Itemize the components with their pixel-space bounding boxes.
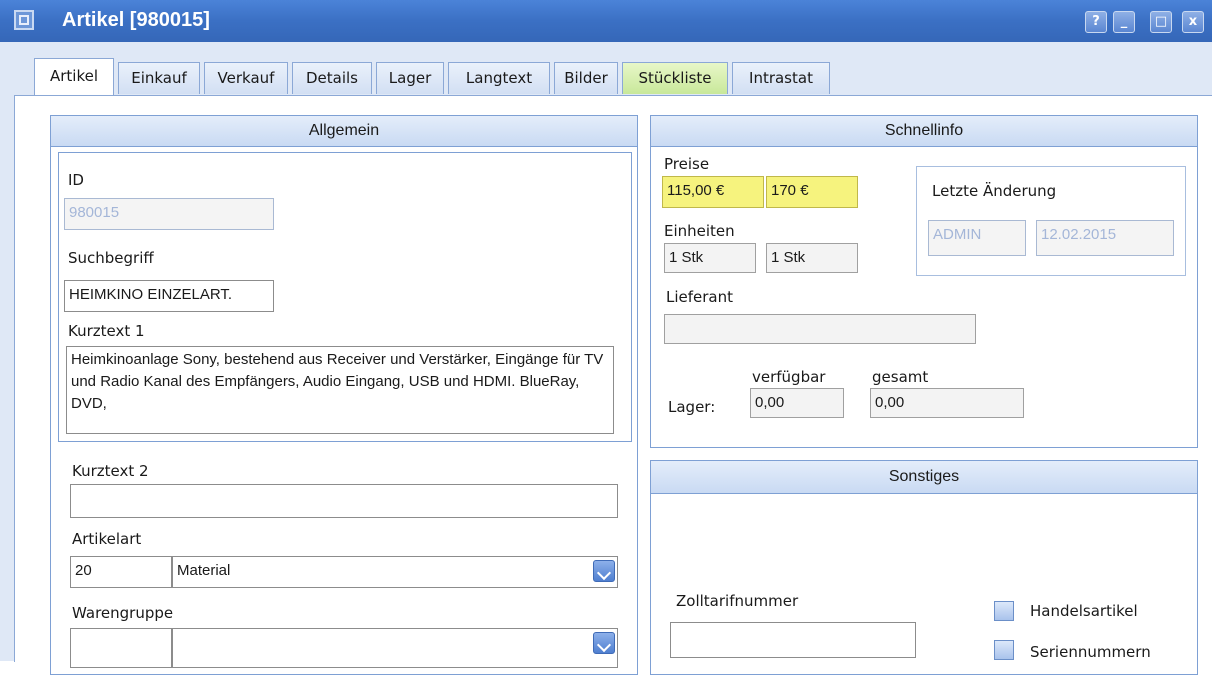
- warengruppe-select[interactable]: [172, 628, 618, 668]
- tab-verkauf[interactable]: Verkauf: [204, 62, 288, 94]
- tab-details[interactable]: Details: [292, 62, 372, 94]
- warengruppe-code-input[interactable]: [70, 628, 172, 668]
- minimize-button[interactable]: _: [1113, 11, 1135, 33]
- kurztext2-label: Kurztext 2: [72, 462, 149, 480]
- tab-intrastat[interactable]: Intrastat: [732, 62, 830, 94]
- lager-gesamt-field: 0,00: [870, 388, 1024, 418]
- article-window: Artikel [980015] ? _ □ x Artikel Einkauf…: [0, 0, 1212, 675]
- tab-strip: Artikel Einkauf Verkauf Details Lager La…: [34, 58, 1212, 96]
- warengruppe-label: Warengruppe: [72, 604, 174, 622]
- lager-label: Lager:: [668, 398, 716, 416]
- tab-artikel[interactable]: Artikel: [34, 58, 114, 96]
- title-bar[interactable]: Artikel [980015] ? _ □ x: [0, 0, 1212, 42]
- handelsartikel-checkbox[interactable]: [994, 601, 1014, 621]
- tab-einkauf[interactable]: Einkauf: [118, 62, 200, 94]
- letzte-user-field: ADMIN: [928, 220, 1026, 256]
- chevron-down-icon[interactable]: [593, 560, 615, 582]
- sonstiges-header: Sonstiges: [651, 461, 1197, 494]
- kurztext1-label: Kurztext 1: [68, 322, 145, 340]
- maximize-button[interactable]: □: [1150, 11, 1172, 33]
- verfuegbar-label: verfügbar: [752, 368, 826, 386]
- kurztext2-input[interactable]: [70, 484, 618, 518]
- preis-vk-field: 170 €: [766, 176, 858, 208]
- einheit-vk-field: 1 Stk: [766, 243, 858, 273]
- zolltarif-input[interactable]: [670, 622, 916, 658]
- zolltarif-label: Zolltarifnummer: [676, 592, 799, 610]
- schnellinfo-header: Schnellinfo: [651, 116, 1197, 147]
- preis-ek-field: 115,00 €: [662, 176, 764, 208]
- window-app-icon: [14, 10, 34, 30]
- letzte-datum-field: 12.02.2015: [1036, 220, 1174, 256]
- lieferant-field: [664, 314, 976, 344]
- window-title: Artikel [980015]: [62, 9, 210, 31]
- tab-bilder[interactable]: Bilder: [554, 62, 618, 94]
- allgemein-header: Allgemein: [51, 116, 637, 147]
- seriennummern-label: Seriennummern: [1030, 643, 1151, 661]
- artikelart-select[interactable]: Material: [172, 556, 618, 588]
- letzte-aenderung-label: Letzte Änderung: [932, 182, 1057, 200]
- suchbegriff-input[interactable]: HEIMKINO EINZELART.: [64, 280, 274, 312]
- artikelart-select-value: Material: [177, 562, 231, 579]
- suchbegriff-label: Suchbegriff: [68, 249, 154, 267]
- id-field: 980015: [64, 198, 274, 230]
- seriennummern-checkbox[interactable]: [994, 640, 1014, 660]
- chevron-down-icon[interactable]: [593, 632, 615, 654]
- tab-stueckliste[interactable]: Stückliste: [622, 62, 728, 94]
- handelsartikel-label: Handelsartikel: [1030, 602, 1138, 620]
- tab-langtext[interactable]: Langtext: [448, 62, 550, 94]
- einheiten-label: Einheiten: [664, 222, 735, 240]
- lager-verfuegbar-field: 0,00: [750, 388, 844, 418]
- id-label: ID: [68, 171, 84, 189]
- help-button[interactable]: ?: [1085, 11, 1107, 33]
- lieferant-label: Lieferant: [666, 288, 734, 306]
- artikelart-label: Artikelart: [72, 530, 142, 548]
- artikelart-code-input[interactable]: 20: [70, 556, 172, 588]
- einheit-ek-field: 1 Stk: [664, 243, 756, 273]
- close-button[interactable]: x: [1182, 11, 1204, 33]
- tab-lager[interactable]: Lager: [376, 62, 444, 94]
- gesamt-label: gesamt: [872, 368, 929, 386]
- preise-label: Preise: [664, 155, 710, 173]
- kurztext1-textarea[interactable]: Heimkinoanlage Sony, bestehend aus Recei…: [66, 346, 614, 434]
